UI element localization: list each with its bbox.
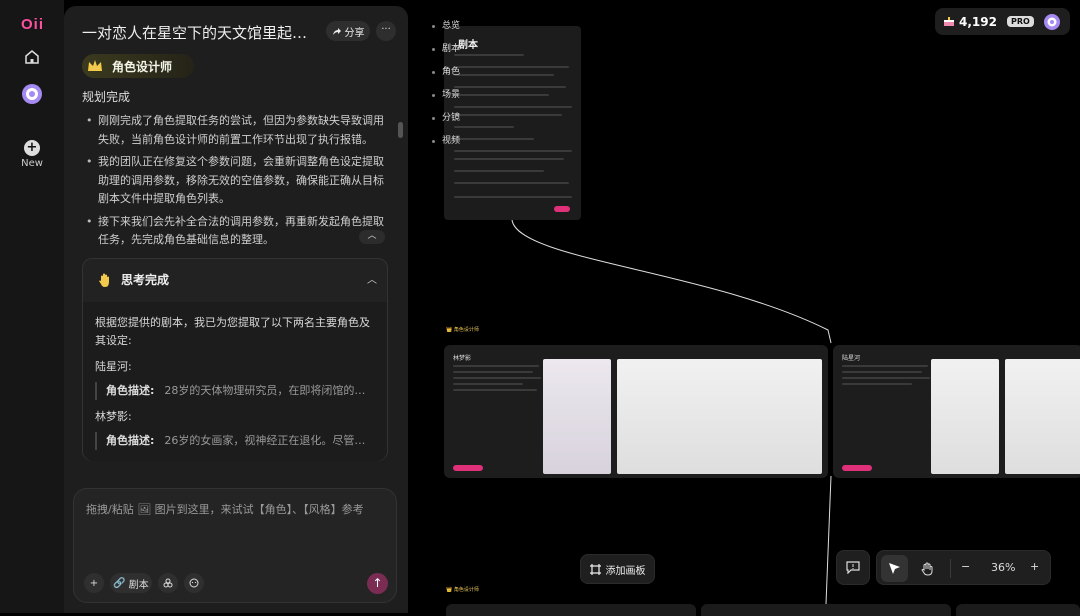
outline-item[interactable]: 视频 <box>432 133 460 156</box>
zoom-level: 36% <box>991 561 1016 574</box>
canvas-card[interactable] <box>701 604 951 616</box>
script-tool-button[interactable]: 🔗 剧本 <box>110 573 152 593</box>
section-label-text: 角色设计师 <box>453 587 479 593</box>
cake-icon <box>944 16 954 26</box>
add-panel-label: 添加画板 <box>605 565 646 577</box>
thinking-body: 根据您提供的剧本，我已为您提取了以下两名主要角色及其设定: 陆星河: 角色描述:… <box>83 302 387 461</box>
message-composer[interactable]: 拖拽/粘贴 🖼 图片到这里，来试试【角色】、【风格】参考 + 🔗 剧本 ↑ <box>73 488 397 603</box>
character-portrait[interactable] <box>931 359 999 474</box>
credits-count: 4,192 <box>959 14 997 29</box>
outline-item[interactable]: 分镜 <box>432 110 460 133</box>
left-rail: Oii + New <box>0 0 64 613</box>
outline-item[interactable]: 剧本 <box>432 41 460 64</box>
character-name: 林梦影: <box>95 410 132 423</box>
scrollbar-thumb[interactable] <box>398 122 403 138</box>
character-card-action[interactable] <box>842 465 872 471</box>
character-card-name: 林梦影 <box>453 355 472 362</box>
face-icon[interactable] <box>184 573 204 593</box>
script-card[interactable]: 剧本 <box>444 26 581 220</box>
script-tool-label: 剧本 <box>128 579 149 591</box>
frame-icon <box>589 563 601 575</box>
app-logo[interactable]: Oii <box>21 16 44 33</box>
thinking-title: 思考完成 <box>121 273 170 287</box>
assets-icon[interactable] <box>158 573 178 593</box>
send-button[interactable]: ↑ <box>367 573 388 594</box>
script-card-title: 剧本 <box>458 40 478 51</box>
character-desc: 角色描述: 26岁的女画家，视神经正在退化。尽管眼... <box>95 432 375 450</box>
hand-icon <box>99 273 109 287</box>
section-label: 👑 角色设计师 <box>446 587 479 593</box>
section-label: 👑 角色设计师 <box>446 327 479 333</box>
crown-icon <box>88 60 102 71</box>
share-button[interactable]: 分享 <box>326 21 370 41</box>
outline-item[interactable]: 总览 <box>432 18 460 41</box>
hand-tool-button[interactable] <box>914 555 941 582</box>
composer-placeholder[interactable]: 拖拽/粘贴 🖼 图片到这里，来试试【角色】、【风格】参考 <box>86 501 386 517</box>
list-item: 刚刚完成了角色提取任务的尝试，但因为参数缺失导致调用失败，当前角色设计师的前置工… <box>84 112 389 149</box>
character-card-action[interactable] <box>453 465 483 471</box>
character-name: 陆星河: <box>95 360 132 373</box>
character-card-name: 陆星河 <box>842 355 861 362</box>
thinking-panel: 思考完成 ︿ 根据您提供的剧本，我已为您提取了以下两名主要角色及其设定: 陆星河… <box>82 258 388 461</box>
thinking-intro: 根据您提供的剧本，我已为您提取了以下两名主要角色及其设定: <box>95 316 370 347</box>
outline-item[interactable]: 场景 <box>432 87 460 110</box>
divider <box>950 559 951 578</box>
pro-badge: PRO <box>1006 16 1034 27</box>
role-tag: 角色设计师 <box>82 54 194 78</box>
desc-label: 角色描述: <box>106 434 155 447</box>
canvas-card[interactable] <box>956 604 1080 616</box>
outline-item[interactable]: 角色 <box>432 64 460 87</box>
plan-status: 规划完成 <box>82 90 131 104</box>
role-tag-label: 角色设计师 <box>112 59 173 74</box>
desc-label: 角色描述: <box>106 384 155 397</box>
chat-title: 一对恋人在星空下的天文馆里起舞... <box>82 24 314 42</box>
character-sheet[interactable] <box>617 359 822 474</box>
comment-icon <box>846 561 860 574</box>
new-project-button[interactable]: + New <box>14 140 50 169</box>
comment-button[interactable] <box>836 550 870 585</box>
canvas-toolbar: − 36% + <box>876 550 1051 585</box>
character-portrait[interactable] <box>543 359 611 474</box>
project-avatar-icon[interactable] <box>20 82 44 106</box>
chevron-up-icon[interactable]: ︿ <box>367 271 377 286</box>
share-icon <box>332 27 341 35</box>
zoom-in-button[interactable]: + <box>1030 560 1039 573</box>
more-options-button[interactable]: ··· <box>376 21 396 41</box>
share-label: 分享 <box>344 27 365 39</box>
collapse-button[interactable]: ︿ <box>359 230 385 244</box>
canvas-outline-nav: 总览 剧本 角色 场景 分镜 视频 <box>432 18 460 156</box>
user-avatar[interactable] <box>1043 13 1060 30</box>
plan-bullets: 刚刚完成了角色提取任务的尝试，但因为参数缺失导致调用失败，当前角色设计师的前置工… <box>84 112 389 254</box>
list-item: 接下来我们会先补全合法的调用参数，再重新发起角色提取任务，先完成角色基础信息的整… <box>84 213 389 250</box>
section-label-text: 角色设计师 <box>453 327 479 333</box>
add-attachment-button[interactable]: + <box>84 573 104 593</box>
new-label: New <box>21 158 43 169</box>
chat-panel: 一对恋人在星空下的天文馆里起舞... 分享 ··· 角色设计师 规划完成 刚刚完… <box>64 6 408 613</box>
character-desc: 角色描述: 28岁的天体物理研究员，在即将闭馆的星... <box>95 382 375 400</box>
script-card-action[interactable] <box>554 206 570 212</box>
desc-text: 28岁的天体物理研究员，在即将闭馆的星... <box>164 384 375 397</box>
list-item: 我的团队正在修复这个参数问题，会重新调整角色设定提取助理的调用参数，移除无效的空… <box>84 153 389 209</box>
home-icon[interactable] <box>20 45 44 69</box>
paperclip-icon: 🔗 <box>113 577 126 589</box>
canvas-card[interactable] <box>446 604 696 616</box>
character-card-lin[interactable]: 林梦影 <box>444 345 828 478</box>
hand-tool-icon <box>921 562 933 576</box>
credits-display[interactable]: 4,192 PRO <box>935 8 1070 35</box>
character-sheet[interactable] <box>1005 359 1080 474</box>
cursor-icon <box>889 563 900 574</box>
desc-text: 26岁的女画家，视神经正在退化。尽管眼... <box>164 434 375 447</box>
thinking-header[interactable]: 思考完成 <box>97 271 169 288</box>
character-card-lu[interactable]: 陆星河 <box>833 345 1080 478</box>
add-panel-button[interactable]: 添加画板 <box>580 554 655 584</box>
plus-icon: + <box>24 140 40 156</box>
select-tool-button[interactable] <box>881 555 908 582</box>
zoom-out-button[interactable]: − <box>961 560 970 573</box>
